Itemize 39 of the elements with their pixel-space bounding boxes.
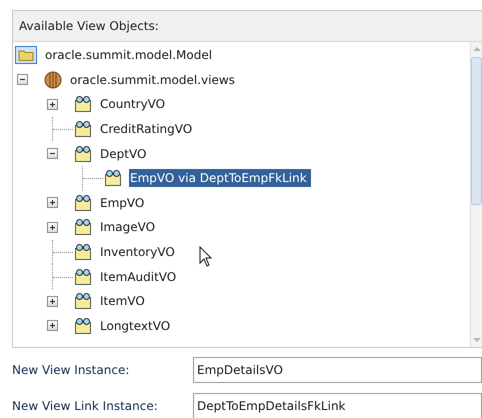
scrollbar-thumb[interactable] <box>471 57 482 205</box>
glasses-document-icon <box>104 169 122 188</box>
tree-item[interactable]: ItemAuditVO <box>99 268 180 286</box>
expand-icon[interactable] <box>47 320 58 332</box>
tree-item[interactable]: InventoryVO <box>99 243 179 262</box>
field-label: New View Link Instance: <box>12 399 159 413</box>
tree-item[interactable]: CreditRatingVO <box>99 120 196 138</box>
field-label: New View Instance: <box>12 363 130 377</box>
glasses-document-icon <box>74 194 92 212</box>
scrollbar[interactable] <box>470 42 482 347</box>
tree-item[interactable]: ImageVO <box>99 218 160 236</box>
tree-item[interactable]: CountryVO <box>99 95 170 114</box>
barrel-icon <box>44 70 62 89</box>
glasses-document-icon <box>74 243 92 262</box>
glasses-document-icon <box>74 95 92 114</box>
mouse-pointer-icon <box>199 246 213 268</box>
expand-icon[interactable] <box>47 222 58 233</box>
glasses-document-icon <box>74 120 92 138</box>
panel-title: Available View Objects: <box>19 19 159 33</box>
folder-icon <box>15 46 37 64</box>
tree-item[interactable]: oracle.summit.model.views <box>69 70 239 89</box>
expand-icon[interactable] <box>47 296 58 307</box>
collapse-icon[interactable] <box>47 148 58 160</box>
glasses-document-icon <box>74 268 92 286</box>
tree-item[interactable]: ItemVO <box>99 292 149 310</box>
tree-item[interactable]: oracle.summit.model.Model <box>44 46 216 64</box>
tree-item[interactable]: EmpVO <box>99 194 148 212</box>
tree-item[interactable]: LongtextVO <box>99 316 174 335</box>
tree-item[interactable]: EmpVO via DeptToEmpFkLink <box>129 169 311 188</box>
expand-icon[interactable] <box>47 197 58 208</box>
collapse-icon[interactable] <box>17 74 28 86</box>
input-field[interactable]: DeptToEmpDetailsFkLink <box>193 393 482 418</box>
glasses-document-icon <box>74 292 92 310</box>
tree-item[interactable]: DeptVO <box>99 144 150 163</box>
glasses-document-icon <box>74 316 92 335</box>
glasses-document-icon <box>74 218 92 236</box>
expand-icon[interactable] <box>47 98 58 110</box>
glasses-document-icon <box>74 144 92 163</box>
input-field[interactable]: EmpDetailsVO <box>193 357 482 383</box>
